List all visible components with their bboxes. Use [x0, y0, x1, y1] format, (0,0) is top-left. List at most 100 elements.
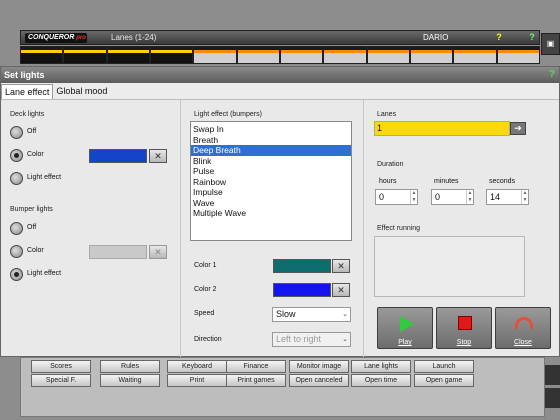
lights-column: Deck lights Off Color ✕ Light effect Bum…	[1, 100, 181, 357]
seconds-field[interactable]: 14 ▲ ▼	[486, 189, 529, 205]
effect-list-item[interactable]: Breath	[191, 135, 351, 146]
bumper-effect-label: Light effect	[27, 270, 62, 277]
speed-value: Slow	[276, 309, 296, 319]
effect-list-item[interactable]: Impulse	[191, 187, 351, 198]
dialog-tabs: Lane effect Global mood	[1, 84, 110, 99]
duration-label: Duration	[377, 161, 404, 168]
background-button[interactable]: Open time	[351, 374, 411, 387]
color1-swatch[interactable]	[273, 259, 331, 273]
background-button[interactable]: Open game	[414, 374, 474, 387]
close-button[interactable]: Close	[495, 307, 551, 349]
speed-select[interactable]: Slow ⌄	[272, 307, 351, 322]
dialog-title: Set lights	[4, 70, 45, 80]
spin-arrows-icon[interactable]: ▲ ▼	[410, 190, 417, 204]
background-button[interactable]: Lane lights	[351, 360, 411, 373]
tab-panel: Deck lights Off Color ✕ Light effect Bum…	[1, 99, 559, 357]
bumper-effect-radio[interactable]	[10, 268, 23, 281]
color2-label: Color 2	[194, 286, 217, 293]
background-button[interactable]: Scores	[31, 360, 91, 373]
lane-cell[interactable]	[366, 46, 410, 64]
seconds-label: seconds	[489, 178, 516, 185]
deck-effect-label: Light effect	[27, 174, 62, 181]
background-button[interactable]: Open canceled	[289, 374, 349, 387]
set-lights-dialog: Set lights ? Lane effect Global mood Dec…	[0, 66, 560, 357]
lane-cell[interactable]	[323, 46, 367, 64]
lane-cell[interactable]	[236, 46, 280, 64]
spin-arrows-icon[interactable]: ▲ ▼	[521, 190, 528, 204]
bumper-lights-label: Bumper lights	[10, 206, 53, 213]
effect-list-item[interactable]: Wave	[191, 198, 351, 209]
minutes-label: minutes	[434, 178, 459, 185]
bumper-color-clear-icon: ✕	[149, 245, 167, 259]
lanes-picker-icon[interactable]: ➔	[510, 122, 526, 135]
side-tool-icon[interactable]	[545, 365, 560, 385]
close-label: Close	[514, 339, 532, 346]
chevron-down-icon: ⌄	[342, 311, 348, 318]
deck-lights-label: Deck lights	[10, 111, 45, 118]
help-icon[interactable]: ?	[549, 69, 555, 81]
lane-cell[interactable]	[63, 46, 107, 64]
deck-color-label: Color	[27, 151, 44, 158]
direction-select: Left to right ⌄	[272, 332, 351, 347]
effect-list-item[interactable]: Deep Breath	[191, 145, 351, 156]
bottom-button-area: Scores Rules Keyboard Finance Monitor image L…	[20, 357, 545, 417]
effect-running-box	[374, 236, 525, 297]
stop-icon	[458, 316, 472, 330]
effect-list-item[interactable]: Rainbow	[191, 177, 351, 188]
spin-arrows-icon[interactable]: ▲ ▼	[466, 190, 473, 204]
deck-effect-radio[interactable]	[10, 172, 23, 185]
lane-cell[interactable]	[149, 46, 194, 64]
minutes-field[interactable]: 0 ▲ ▼	[431, 189, 474, 205]
lane-cell[interactable]	[496, 46, 540, 64]
deck-off-radio[interactable]	[10, 126, 23, 139]
lane-cell[interactable]	[106, 46, 150, 64]
background-button[interactable]: Special F.	[31, 374, 91, 387]
background-button[interactable]: Rules	[100, 360, 160, 373]
question-check-icon[interactable]: ?	[526, 32, 538, 44]
background-button[interactable]: Monitor image	[289, 360, 349, 373]
background-button[interactable]: Finance	[226, 360, 286, 373]
effect-list-item[interactable]: Blink	[191, 156, 351, 167]
play-button[interactable]: Play	[377, 307, 433, 349]
background-button[interactable]: Waiting	[100, 374, 160, 387]
deck-color-radio[interactable]	[10, 149, 23, 162]
deck-color-swatch[interactable]	[89, 149, 147, 163]
effect-list-item[interactable]: Pulse	[191, 166, 351, 177]
lanes-label: Lanes	[377, 111, 397, 118]
lane-strip	[20, 46, 540, 64]
lane-cell[interactable]	[193, 46, 237, 64]
bumper-color-label: Color	[27, 247, 44, 254]
light-effect-list[interactable]: Swap In Breath Deep Breath Blink Pulse Rainbo…	[190, 121, 352, 241]
lane-cell[interactable]	[453, 46, 497, 64]
color1-label: Color 1	[194, 262, 217, 269]
control-column: Lanes 1 ➔ Duration hours minutes seconds…	[364, 100, 559, 357]
bumper-color-swatch	[89, 245, 147, 259]
speed-label: Speed	[194, 310, 215, 317]
stop-label: Stop	[456, 339, 472, 346]
lane-cell[interactable]	[279, 46, 324, 64]
lane-cell[interactable]	[20, 46, 64, 64]
background-button[interactable]: Launch	[414, 360, 474, 373]
stop-button[interactable]: Stop	[436, 307, 492, 349]
bumper-color-radio[interactable]	[10, 245, 23, 258]
effect-list-item[interactable]: Multiple Wave	[191, 208, 351, 219]
deck-color-clear-icon[interactable]: ✕	[149, 149, 167, 163]
lane-cell[interactable]	[409, 46, 454, 64]
hours-field[interactable]: 0 ▲ ▼	[375, 189, 418, 205]
color2-swatch[interactable]	[273, 283, 331, 297]
question-icon[interactable]: ?	[493, 32, 505, 44]
color2-clear-icon[interactable]: ✕	[332, 283, 350, 297]
background-button[interactable]: Print games	[226, 374, 286, 387]
minutes-value: 0	[435, 192, 441, 202]
background-button[interactable]: Keyboard	[167, 360, 227, 373]
tab-global-mood[interactable]: Global mood	[53, 84, 110, 99]
exit-icon[interactable]: ▣	[541, 33, 560, 55]
effect-list-item[interactable]: Swap In	[191, 124, 351, 135]
side-tool-icon[interactable]	[545, 388, 560, 408]
lanes-field[interactable]: 1	[374, 121, 510, 136]
color1-clear-icon[interactable]: ✕	[332, 259, 350, 273]
bumper-off-radio[interactable]	[10, 222, 23, 235]
background-button[interactable]: Print	[167, 374, 227, 387]
app-header: CONQUEROR pro Lanes (1-24) DARIO ? ?	[20, 30, 540, 45]
tab-lane-effect[interactable]: Lane effect	[1, 84, 54, 99]
